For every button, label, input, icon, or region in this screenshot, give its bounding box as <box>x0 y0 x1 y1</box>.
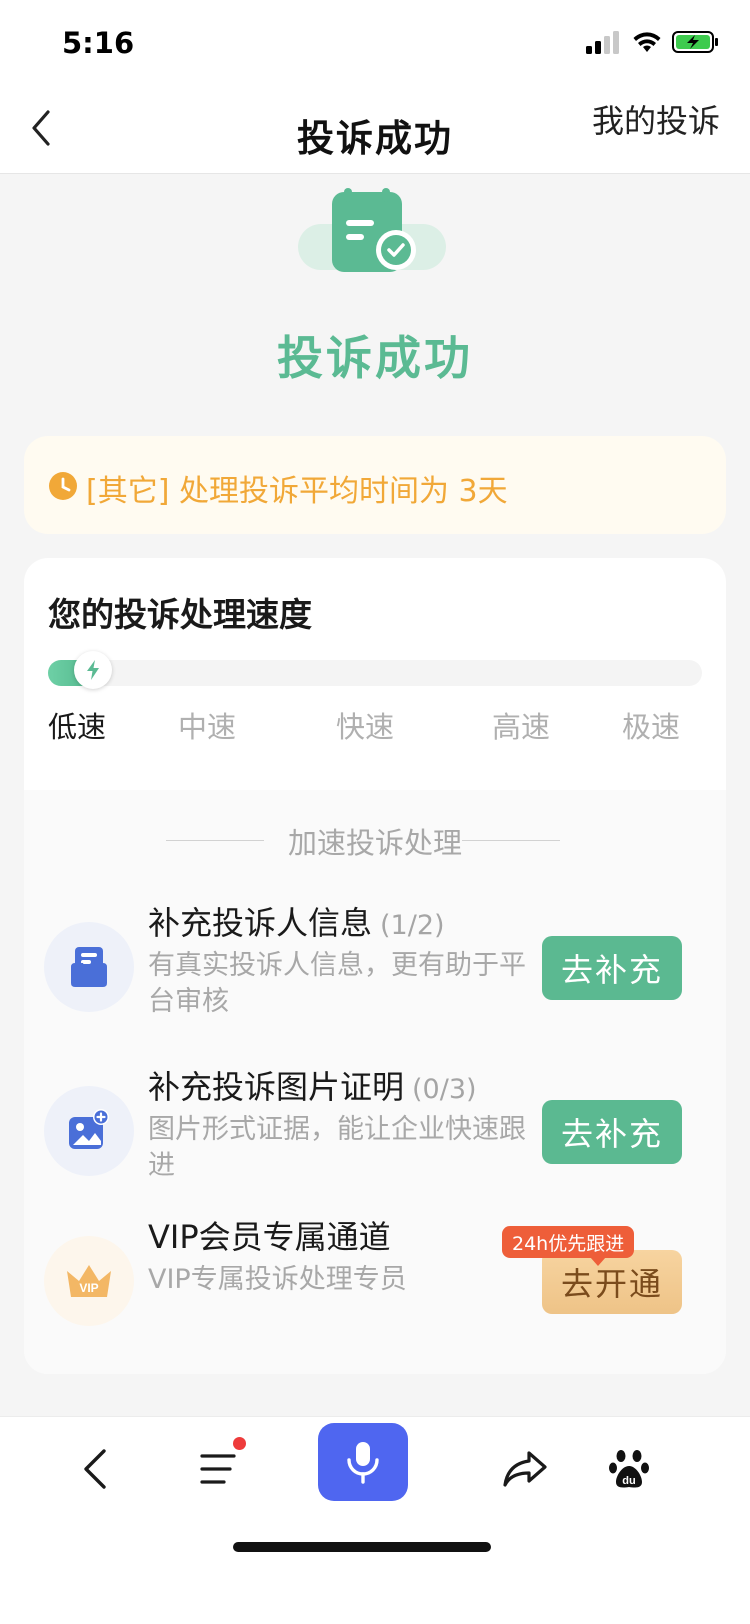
add-image-icon <box>69 1109 109 1149</box>
image-icon-circle <box>44 1086 134 1176</box>
notice-text: [其它] 处理投诉平均时间为 3天 <box>86 474 508 509</box>
bottom-toolbar: du <box>0 1416 750 1624</box>
share-icon <box>503 1451 547 1487</box>
speed-label-high: 高速 <box>492 710 551 744</box>
speed-label-low: 低速 <box>48 710 107 744</box>
my-complaints-link[interactable]: 我的投诉 <box>592 96 720 142</box>
task-title-text: VIP会员专属通道 <box>148 1218 391 1256</box>
id-card-icon-circle <box>44 922 134 1012</box>
accelerate-title: 加速投诉处理 <box>287 826 462 860</box>
speed-progress-bar <box>48 651 702 689</box>
task-vip-channel: VIP VIP会员专属通道 VIP专属投诉处理专员 去开通 24h优先跟进 <box>24 1204 726 1354</box>
signal-icon <box>586 31 619 54</box>
task-title: 补充投诉图片证明 (0/3) <box>148 1062 477 1108</box>
task-desc: 图片形式证据，能让企业快速跟进 <box>148 1114 526 1181</box>
speed-progress-knob <box>74 651 112 689</box>
divider-right <box>462 840 560 841</box>
home-indicator <box>233 1542 491 1552</box>
task-count: (1/2) <box>380 910 445 941</box>
task-desc: VIP专属投诉处理专员 <box>148 1264 407 1295</box>
complaint-success-icon <box>298 188 446 272</box>
speed-title: 您的投诉处理速度 <box>48 595 312 634</box>
success-heading: 投诉成功 <box>277 331 473 385</box>
navigation-bar: 投诉成功 我的投诉 <box>0 88 750 174</box>
task-desc: 有真实投诉人信息，更有助于平台审核 <box>148 950 526 1017</box>
status-time: 5:16 <box>62 26 135 60</box>
task-title: VIP会员专属通道 <box>148 1212 391 1258</box>
toolbar-menu-button[interactable] <box>174 1429 264 1509</box>
task-title: 补充投诉人信息 (1/2) <box>148 898 445 944</box>
average-time-notice: [其它] 处理投诉平均时间为 3天 <box>24 436 726 534</box>
menu-icon <box>200 1454 236 1484</box>
id-card-icon <box>71 947 107 987</box>
lightning-icon <box>87 660 99 680</box>
mic-icon <box>347 1442 379 1484</box>
speed-label-medium: 中速 <box>178 710 237 744</box>
wifi-icon <box>633 32 661 52</box>
task-title-text: 补充投诉图片证明 <box>148 1068 405 1106</box>
speed-card: 您的投诉处理速度 低速 中速 快速 高速 极速 加速投诉处理 补充投诉人信息 (… <box>24 558 726 1374</box>
supplement-images-button[interactable]: 去补充 <box>542 1100 682 1164</box>
vip-crown-text: VIP <box>79 1281 98 1295</box>
task-image-evidence: 补充投诉图片证明 (0/3) 图片形式证据，能让企业快速跟进 去补充 <box>24 1054 726 1204</box>
accelerate-header: 加速投诉处理 <box>24 820 726 860</box>
toolbar-share-button[interactable] <box>480 1429 570 1509</box>
notification-dot <box>233 1437 246 1450</box>
baidu-paw-icon: du <box>609 1450 649 1488</box>
task-complainant-info: 补充投诉人信息 (1/2) 有真实投诉人信息，更有助于平台审核 去补充 <box>24 890 726 1040</box>
speed-label-fast: 快速 <box>336 710 395 744</box>
back-icon <box>84 1449 106 1489</box>
clock-icon <box>49 472 77 500</box>
open-vip-button[interactable]: 去开通 <box>542 1250 682 1314</box>
task-title-text: 补充投诉人信息 <box>148 904 373 942</box>
speed-labels: 低速 中速 快速 高速 极速 <box>48 704 702 744</box>
vip-icon-circle: VIP <box>44 1236 134 1326</box>
svg-text:du: du <box>622 1475 635 1487</box>
supplement-info-button[interactable]: 去补充 <box>542 936 682 1000</box>
speed-label-extreme: 极速 <box>622 710 681 744</box>
voice-button[interactable] <box>318 1423 408 1501</box>
vip-crown-icon: VIP <box>67 1265 111 1297</box>
status-bar: 5:16 <box>0 0 750 88</box>
status-icons <box>586 30 720 54</box>
toolbar-back-button[interactable] <box>50 1429 140 1509</box>
priority-badge: 24h优先跟进 <box>502 1226 635 1266</box>
battery-charging-icon <box>672 31 718 53</box>
toolbar-baidu-button[interactable]: du <box>584 1429 674 1509</box>
task-count: (0/3) <box>412 1074 477 1105</box>
accelerate-section: 加速投诉处理 补充投诉人信息 (1/2) 有真实投诉人信息，更有助于平台审核 去补… <box>24 790 726 1374</box>
